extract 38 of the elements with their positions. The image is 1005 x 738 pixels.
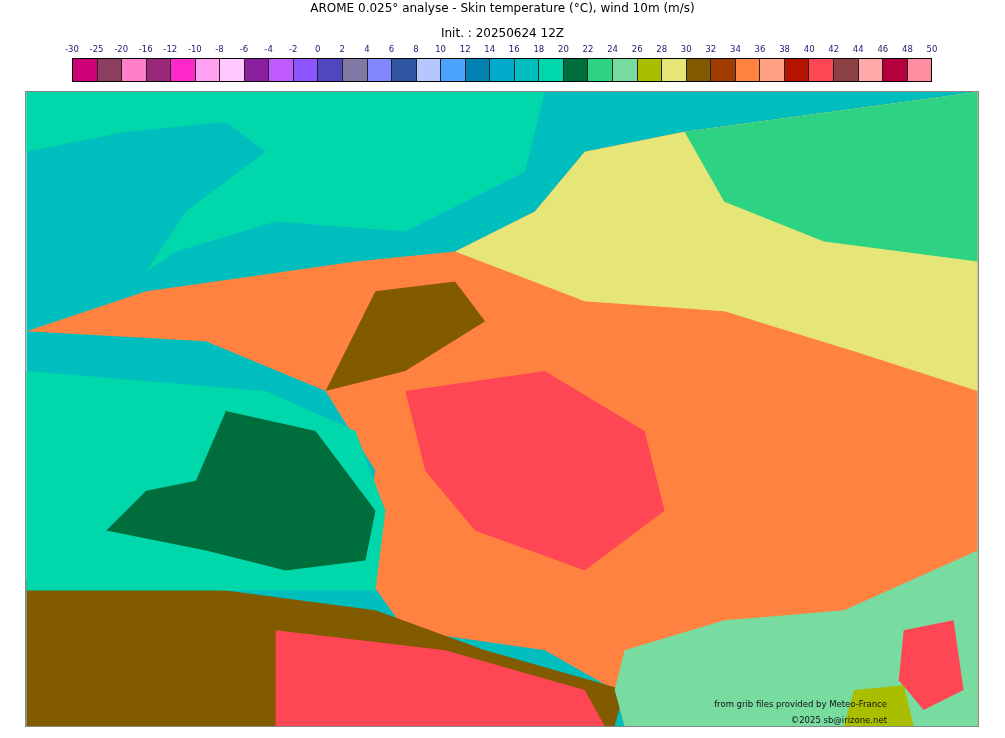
colorbar-tick-label: -8	[215, 44, 224, 54]
colorbar-tick-label: 2	[339, 44, 345, 54]
colorbar-tick-label: 38	[779, 44, 790, 54]
colorbar-tick-label: -2	[288, 44, 298, 54]
colorbar-tick-label: 4	[364, 44, 370, 54]
colorbar-tick-label: 34	[730, 44, 741, 54]
colorbar-tick-label: 32	[705, 44, 717, 54]
colorbar-tick-label: 26	[631, 44, 643, 54]
chart-subtitle: Init. : 20250624 12Z	[439, 25, 566, 42]
colorbar-tick-label: 18	[533, 44, 545, 54]
colorbar-tick-label: 16	[508, 44, 520, 54]
colorbar-tick-label: 42	[828, 44, 840, 54]
colorbar-tick-label: 36	[754, 44, 766, 54]
colorbar-tick-label: 14	[484, 44, 496, 54]
colorbar-tick-label: 48	[902, 44, 913, 54]
colorbar-tick-label: 12	[459, 44, 471, 54]
colorbar-tick-label: 40	[803, 44, 815, 54]
colorbar-tick-label: 28	[656, 44, 668, 54]
colorbar-tick-label: -4	[264, 44, 273, 54]
colorbar-tick-label: -12	[163, 44, 178, 54]
chart-title: AROME 0.025° analyse - Skin temperature (°C), wind 10m (m/s)	[309, 0, 696, 17]
colorbar-tick-label: -20	[114, 44, 129, 54]
colorbar-tick-label: 20	[558, 44, 569, 54]
colorbar-tick-label: -6	[239, 44, 249, 54]
colorbar-tick-label: 8	[413, 44, 419, 54]
colorbar-tick-label: -16	[138, 44, 153, 54]
colorbar-tick-label: 24	[607, 44, 618, 54]
colorbar-tick-label: 0	[315, 44, 321, 54]
colorbar-tick-label: 44	[852, 44, 864, 54]
colorbar-tick-label: -30	[65, 44, 79, 54]
colorbar-tick-label: 6	[388, 44, 395, 54]
colorbar-tick-label: 22	[582, 44, 594, 54]
colorbar-tick-label: 30	[680, 44, 692, 54]
colorbar-tick-label: 50	[926, 44, 938, 54]
colorbar-tick-label: -25	[89, 44, 104, 54]
colorbar-tick-label: 46	[877, 44, 889, 54]
colorbar-tick-label: -10	[187, 44, 202, 54]
colorbar-tick-label: 10	[435, 44, 446, 54]
